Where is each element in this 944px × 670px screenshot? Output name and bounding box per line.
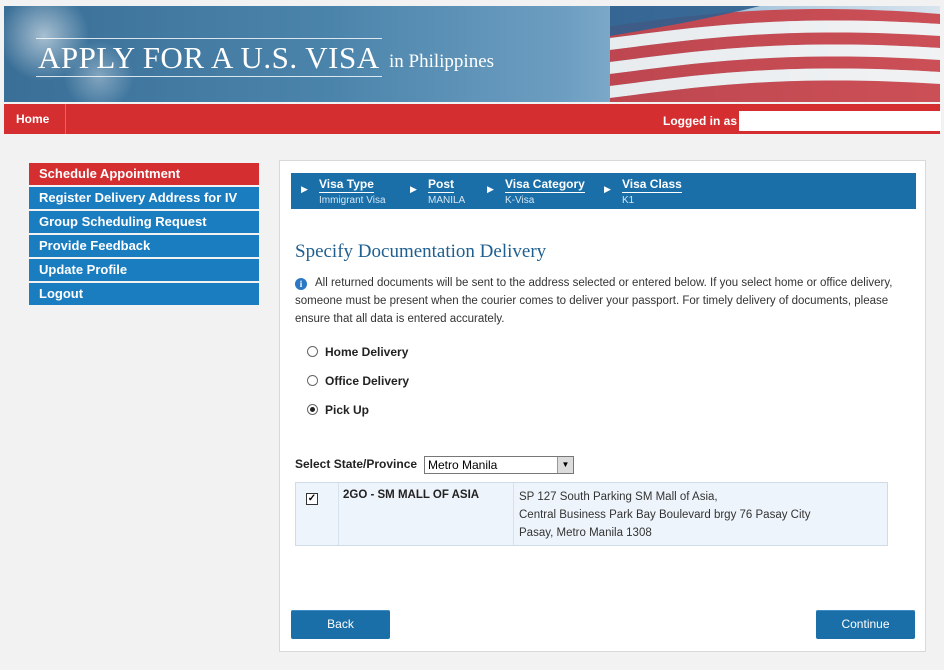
sidebar-item-update-profile[interactable]: Update Profile — [29, 259, 259, 281]
location-address: SP 127 South Parking SM Mall of Asia, Ce… — [514, 483, 810, 545]
site-subtitle: in Philippines — [389, 51, 495, 72]
back-button[interactable]: Back — [291, 610, 390, 639]
dropdown-arrow-icon[interactable]: ▼ — [557, 457, 573, 473]
info-message: i All returned documents will be sent to … — [295, 274, 905, 328]
state-select-value: Metro Manila — [428, 458, 498, 472]
breadcrumb-value: Immigrant Visa — [319, 195, 386, 206]
chevron-right-icon: ▶ — [487, 184, 494, 194]
username-display — [739, 111, 941, 131]
breadcrumb-label[interactable]: Visa Class — [622, 177, 682, 193]
breadcrumb-value: K1 — [622, 195, 635, 206]
site-title: APPLY FOR A U.S. VISA — [36, 38, 382, 77]
radio-office-delivery[interactable]: Office Delivery — [307, 373, 409, 389]
pickup-location-row: ✓ 2GO - SM MALL OF ASIA SP 127 South Par… — [295, 482, 888, 546]
address-line: Pasay, Metro Manila 1308 — [519, 527, 652, 539]
breadcrumb-visa-category: ▶ Visa Category K-Visa — [487, 175, 585, 206]
breadcrumb-post: ▶ Post MANILA — [410, 175, 466, 206]
state-select-label: Select State/Province — [295, 457, 418, 471]
top-nav: Home Logged in as — [4, 104, 941, 134]
location-select-cell: ✓ — [296, 483, 339, 545]
breadcrumb-label[interactable]: Visa Type — [319, 177, 374, 193]
radio-button[interactable] — [307, 346, 318, 357]
sidebar-menu: Schedule Appointment Register Delivery A… — [29, 163, 259, 307]
main-panel: ▶ Visa Type Immigrant Visa ▶ Post MANILA… — [279, 160, 926, 652]
info-icon: i — [295, 278, 307, 290]
state-select[interactable]: Metro Manila ▼ — [424, 456, 574, 474]
chevron-right-icon: ▶ — [301, 184, 308, 194]
sidebar-item-logout[interactable]: Logout — [29, 283, 259, 305]
breadcrumb-value: MANILA — [428, 195, 466, 206]
header-banner: APPLY FOR A U.S. VISA in Philippines — [4, 6, 940, 102]
page: APPLY FOR A U.S. VISA in Philippines Hom… — [0, 0, 944, 670]
continue-button[interactable]: Continue — [816, 610, 915, 639]
address-line: SP 127 South Parking SM Mall of Asia, — [519, 491, 718, 503]
breadcrumb: ▶ Visa Type Immigrant Visa ▶ Post MANILA… — [291, 173, 916, 209]
breadcrumb-visa-class: ▶ Visa Class K1 — [604, 175, 682, 206]
location-checkbox[interactable]: ✓ — [306, 493, 318, 505]
radio-label: Office Delivery — [325, 374, 410, 388]
radio-label: Home Delivery — [325, 345, 409, 359]
chevron-right-icon: ▶ — [604, 184, 611, 194]
sidebar-item-register-delivery-address[interactable]: Register Delivery Address for IV — [29, 187, 259, 209]
radio-button-selected[interactable] — [307, 404, 318, 415]
sidebar-item-provide-feedback[interactable]: Provide Feedback — [29, 235, 259, 257]
breadcrumb-value: K-Visa — [505, 195, 535, 206]
us-flag-image — [610, 6, 940, 102]
radio-home-delivery[interactable]: Home Delivery — [307, 344, 408, 360]
location-name: 2GO - SM MALL OF ASIA — [338, 483, 514, 545]
sidebar-item-schedule-appointment[interactable]: Schedule Appointment — [29, 163, 259, 185]
radio-pick-up[interactable]: Pick Up — [307, 402, 369, 418]
info-text: All returned documents will be sent to t… — [295, 277, 893, 325]
radio-button[interactable] — [307, 375, 318, 386]
address-line: Central Business Park Bay Boulevard brgy… — [519, 509, 811, 521]
logged-in-label: Logged in as — [663, 114, 738, 128]
sidebar-item-group-scheduling[interactable]: Group Scheduling Request — [29, 211, 259, 233]
chevron-right-icon: ▶ — [410, 184, 417, 194]
nav-home-link[interactable]: Home — [4, 104, 66, 134]
breadcrumb-visa-type: ▶ Visa Type Immigrant Visa — [301, 175, 386, 206]
page-title: Specify Documentation Delivery — [295, 241, 547, 262]
breadcrumb-label[interactable]: Visa Category — [505, 177, 585, 193]
radio-label: Pick Up — [325, 403, 370, 417]
breadcrumb-label[interactable]: Post — [428, 177, 455, 193]
